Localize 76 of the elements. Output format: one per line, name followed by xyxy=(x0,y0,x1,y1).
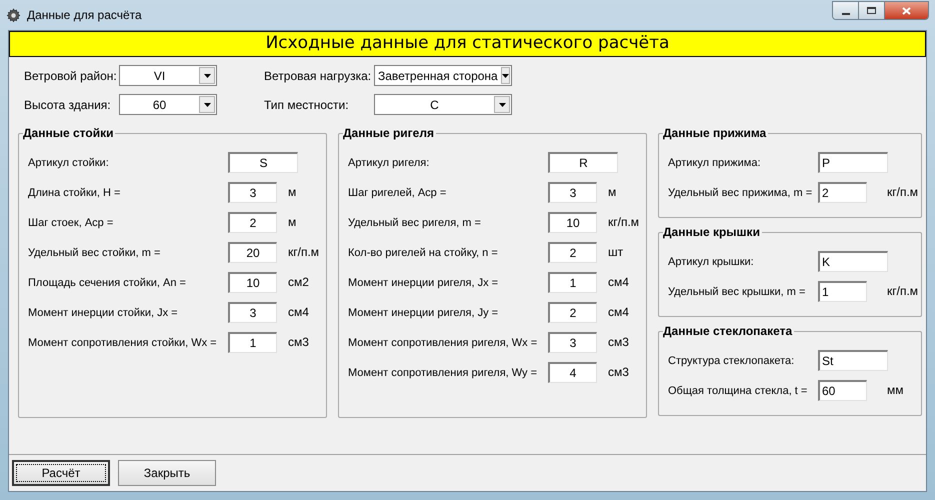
field-label: Момент инерции ригеля, Jy = xyxy=(348,307,498,319)
field-label: Ветровая нагрузка: xyxy=(264,68,372,84)
field-label: Артикул прижима: xyxy=(668,157,761,169)
input-field[interactable]: 2 xyxy=(548,302,597,322)
input-field[interactable]: 3 xyxy=(228,302,277,322)
unit-label: мм xyxy=(887,382,904,399)
unit-label: шт xyxy=(608,244,624,261)
header-banner: Исходные данные для статического расчёта xyxy=(9,31,926,57)
field-label: Шаг стоек, Acp = xyxy=(28,217,114,229)
field-label: Момент сопротивления стойки, Wx = xyxy=(28,337,217,349)
unit-label: м xyxy=(288,214,296,231)
input-field[interactable]: 2 xyxy=(818,182,867,202)
dropdown[interactable]: VI xyxy=(119,65,217,86)
input-field[interactable]: 2 xyxy=(548,242,597,262)
group-title: Данные стойки xyxy=(23,125,116,141)
input-field[interactable]: 3 xyxy=(548,332,597,352)
field-label: Длина стойки, H = xyxy=(28,187,120,199)
field-label: Момент инерции стойки, Jx = xyxy=(28,307,178,319)
field-label: Артикул ригеля: xyxy=(348,157,430,169)
field-label: Удельный вес стойки, m = xyxy=(28,247,160,259)
field-label: Высота здания: xyxy=(24,96,112,114)
input-field[interactable]: 10 xyxy=(228,272,277,292)
unit-label: см4 xyxy=(288,304,309,321)
input-field[interactable]: 20 xyxy=(228,242,277,262)
close-icon xyxy=(902,6,911,14)
gear-icon xyxy=(6,8,21,22)
field-label: Кол-во ригелей на стойку, n = xyxy=(348,247,498,259)
unit-label: см3 xyxy=(608,364,629,381)
maximize-button[interactable] xyxy=(859,2,885,19)
input-field[interactable]: R xyxy=(548,152,618,172)
unit-label: см2 xyxy=(288,274,309,291)
unit-label: кг/п.м xyxy=(288,244,320,261)
input-field[interactable]: 3 xyxy=(228,182,277,202)
field-label: Ветровой район: xyxy=(24,68,118,84)
unit-label: м xyxy=(608,184,616,201)
unit-label: кг/п.м xyxy=(887,283,918,300)
input-field[interactable]: 1 xyxy=(548,272,597,292)
dialog-button[interactable]: Расчёт xyxy=(12,460,110,486)
dropdown[interactable]: Заветренная сторона xyxy=(374,65,512,86)
close-button[interactable] xyxy=(885,2,928,19)
input-field[interactable]: St xyxy=(818,350,888,370)
field-label: Удельный вес прижима, m = xyxy=(668,187,812,199)
dropdown[interactable]: 60 xyxy=(119,94,217,115)
field-label: Тип местности: xyxy=(264,96,350,114)
unit-label: см4 xyxy=(608,304,629,321)
field-label: Момент инерции ригеля, Jx = xyxy=(348,277,498,289)
field-label: Момент сопротивления ригеля, Wx = xyxy=(348,337,538,349)
minimize-button[interactable] xyxy=(833,2,859,19)
input-field[interactable]: S xyxy=(228,152,298,172)
field-label: Площадь сечения стойки, An = xyxy=(28,277,186,289)
input-field[interactable]: 1 xyxy=(818,280,867,302)
unit-label: м xyxy=(288,184,296,201)
field-label: Структура стеклопакета: xyxy=(668,355,794,367)
input-field[interactable]: 1 xyxy=(228,332,277,352)
input-field[interactable]: 60 xyxy=(818,380,867,400)
unit-label: кг/п.м xyxy=(887,184,918,201)
unit-label: см3 xyxy=(288,334,309,351)
input-field[interactable]: 10 xyxy=(548,212,597,232)
field-label: Артикул стойки: xyxy=(28,157,109,169)
unit-label: см4 xyxy=(608,274,629,291)
field-label: Шаг ригелей, Acp = xyxy=(348,187,446,199)
window-title: Данные для расчёта xyxy=(27,7,142,24)
input-field[interactable]: P xyxy=(818,152,888,172)
input-field[interactable]: 3 xyxy=(548,182,597,202)
input-field[interactable]: 4 xyxy=(548,362,597,382)
unit-label: см3 xyxy=(608,334,629,351)
input-field[interactable]: 2 xyxy=(228,212,277,232)
field-label: Удельный вес ригеля, m = xyxy=(348,217,481,229)
input-field[interactable]: K xyxy=(818,250,888,272)
field-label: Артикул крышки: xyxy=(668,256,754,268)
unit-label: кг/п.м xyxy=(608,214,640,231)
dialog-button[interactable]: Закрыть xyxy=(118,460,216,486)
field-label: Общая толщина стекла, t = xyxy=(668,385,808,397)
field-label: Момент сопротивления ригеля, Wy = xyxy=(348,367,538,379)
field-label: Удельный вес крышки, m = xyxy=(668,286,806,298)
dropdown[interactable]: C xyxy=(374,94,512,115)
